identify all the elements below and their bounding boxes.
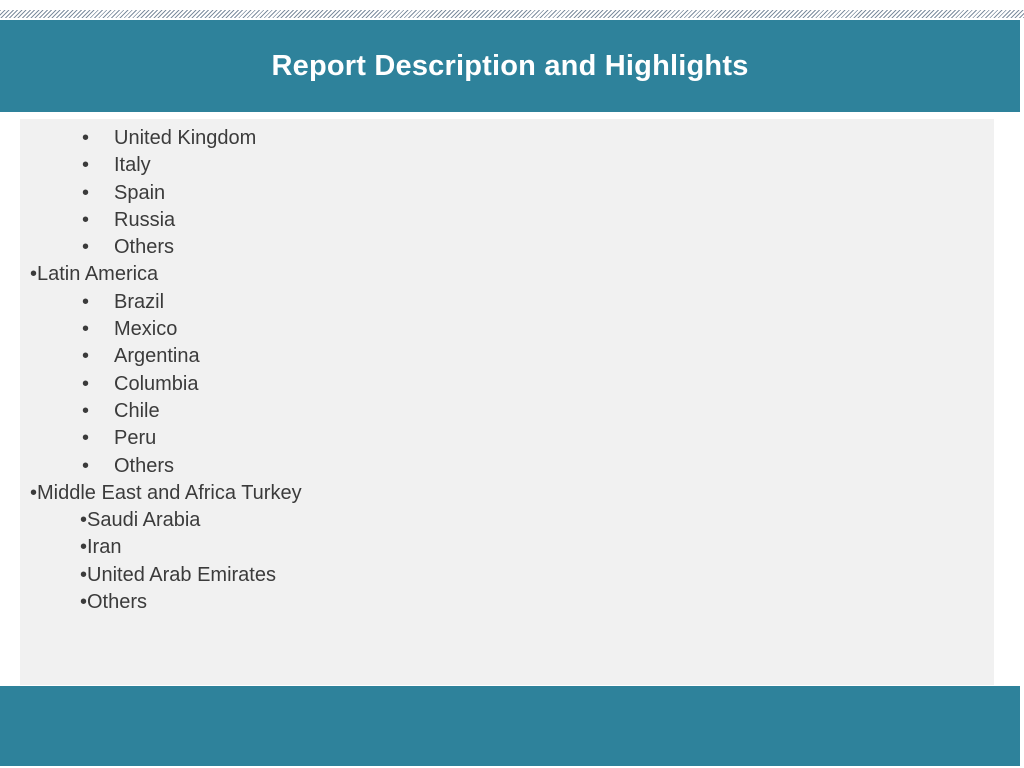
list-item: •Saudi Arabia: [20, 507, 994, 534]
bullet-icon: •: [82, 454, 90, 477]
list-item-text: Mexico: [114, 318, 178, 341]
bullet-icon: •: [82, 345, 90, 368]
list-item: • Columbia: [20, 371, 994, 398]
list-item-text: •Saudi Arabia: [80, 509, 201, 532]
list-item-text: Columbia: [114, 372, 199, 395]
decorative-top-stripe: [0, 10, 1024, 18]
region-list: • United Kingdom • Italy • Spain • Russia • Other…: [20, 125, 994, 616]
list-item-text: Others: [114, 454, 175, 477]
list-item-text: United Kingdom: [114, 127, 257, 149]
slide-title: Report Description and Highlights: [271, 49, 749, 82]
list-item: • Spain: [20, 180, 994, 207]
list-item: •United Arab Emirates: [20, 562, 994, 589]
list-item: • Italy: [20, 152, 994, 179]
list-item: • Others: [20, 234, 994, 261]
list-item: •Iran: [20, 534, 994, 561]
bullet-icon: •: [82, 372, 90, 395]
bullet-icon: •: [82, 127, 90, 149]
list-item: • Argentina: [20, 343, 994, 370]
list-item: • Russia: [20, 207, 994, 234]
list-item-text: Spain: [114, 181, 166, 204]
list-item-text: Others: [114, 236, 175, 259]
list-item: •Others: [20, 589, 994, 616]
list-item-text: Chile: [114, 399, 160, 422]
list-item-text: Argentina: [114, 345, 200, 368]
list-item-text: Russia: [114, 208, 176, 231]
list-item-text: Brazil: [114, 290, 165, 313]
bullet-icon: •: [82, 181, 90, 204]
bullet-icon: •: [82, 290, 90, 313]
bullet-icon: •: [82, 236, 90, 259]
list-item-text: •Iran: [80, 536, 122, 559]
list-item: • Others: [20, 453, 994, 480]
bullet-icon: •: [82, 208, 90, 231]
list-item-text: •Latin America: [30, 263, 159, 286]
footer-band: [0, 686, 1020, 766]
list-item-text: Peru: [114, 427, 157, 450]
bullet-icon: •: [82, 154, 90, 177]
list-item: •Middle East and Africa Turkey: [20, 480, 994, 507]
list-item: • United Kingdom: [20, 125, 994, 152]
list-item: •Latin America: [20, 261, 994, 288]
header-band: Report Description and Highlights: [0, 20, 1020, 112]
bullet-icon: •: [82, 318, 90, 341]
list-item: • Mexico: [20, 316, 994, 343]
list-item-text: Italy: [114, 154, 151, 177]
bullet-icon: •: [82, 399, 90, 422]
bullet-icon: •: [82, 427, 90, 450]
content-panel: • United Kingdom • Italy • Spain • Russia • Other…: [20, 119, 994, 685]
list-item: • Brazil: [20, 289, 994, 316]
list-item: • Peru: [20, 425, 994, 452]
list-item-text: •Others: [80, 591, 148, 614]
list-item: • Chile: [20, 398, 994, 425]
list-item-text: •Middle East and Africa Turkey: [30, 481, 302, 504]
list-item-text: •United Arab Emirates: [80, 563, 276, 586]
